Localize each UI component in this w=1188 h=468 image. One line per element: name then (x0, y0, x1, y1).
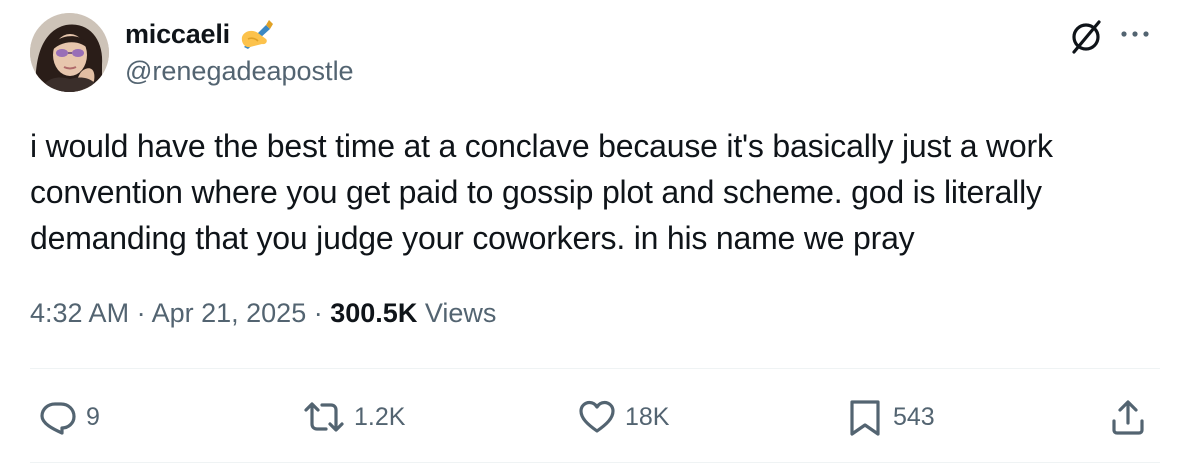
avatar[interactable] (30, 13, 109, 92)
share-icon (1112, 400, 1144, 435)
tweet-date[interactable]: Apr 21, 2025 (152, 298, 307, 328)
share-button[interactable] (1108, 395, 1148, 439)
like-count: 18K (625, 402, 670, 431)
meta-separator: · (136, 298, 146, 328)
grok-icon[interactable] (1066, 16, 1106, 56)
bookmark-icon (850, 400, 880, 436)
reply-icon (40, 402, 76, 435)
views-count[interactable]: 300.5K (330, 298, 417, 328)
author-display-name[interactable]: miccaeli (125, 19, 230, 50)
reply-button[interactable]: 9 (38, 395, 100, 439)
author-name-row: miccaeli (125, 14, 274, 54)
views-label: Views (424, 298, 497, 328)
heart-icon (579, 400, 615, 433)
writing-hand-icon (240, 17, 274, 51)
more-options-icon[interactable] (1114, 22, 1158, 46)
retweet-button[interactable]: 1.2K (302, 395, 405, 439)
retweet-count: 1.2K (354, 402, 406, 431)
like-button[interactable]: 18K (577, 395, 669, 439)
tweet-meta: 4:32 AM · Apr 21, 2025 · 300.5K Views (30, 298, 496, 329)
tweet-time[interactable]: 4:32 AM (30, 298, 129, 328)
reply-count: 9 (86, 402, 100, 431)
retweet-icon (304, 402, 344, 432)
bookmark-count: 543 (893, 402, 935, 431)
author-handle[interactable]: @renegadeapostle (125, 56, 354, 87)
divider (30, 368, 1160, 369)
bookmark-button[interactable]: 543 (845, 395, 935, 439)
divider (30, 462, 1160, 463)
meta-separator: · (313, 298, 323, 328)
tweet-text: i would have the best time at a conclave… (30, 128, 1053, 256)
